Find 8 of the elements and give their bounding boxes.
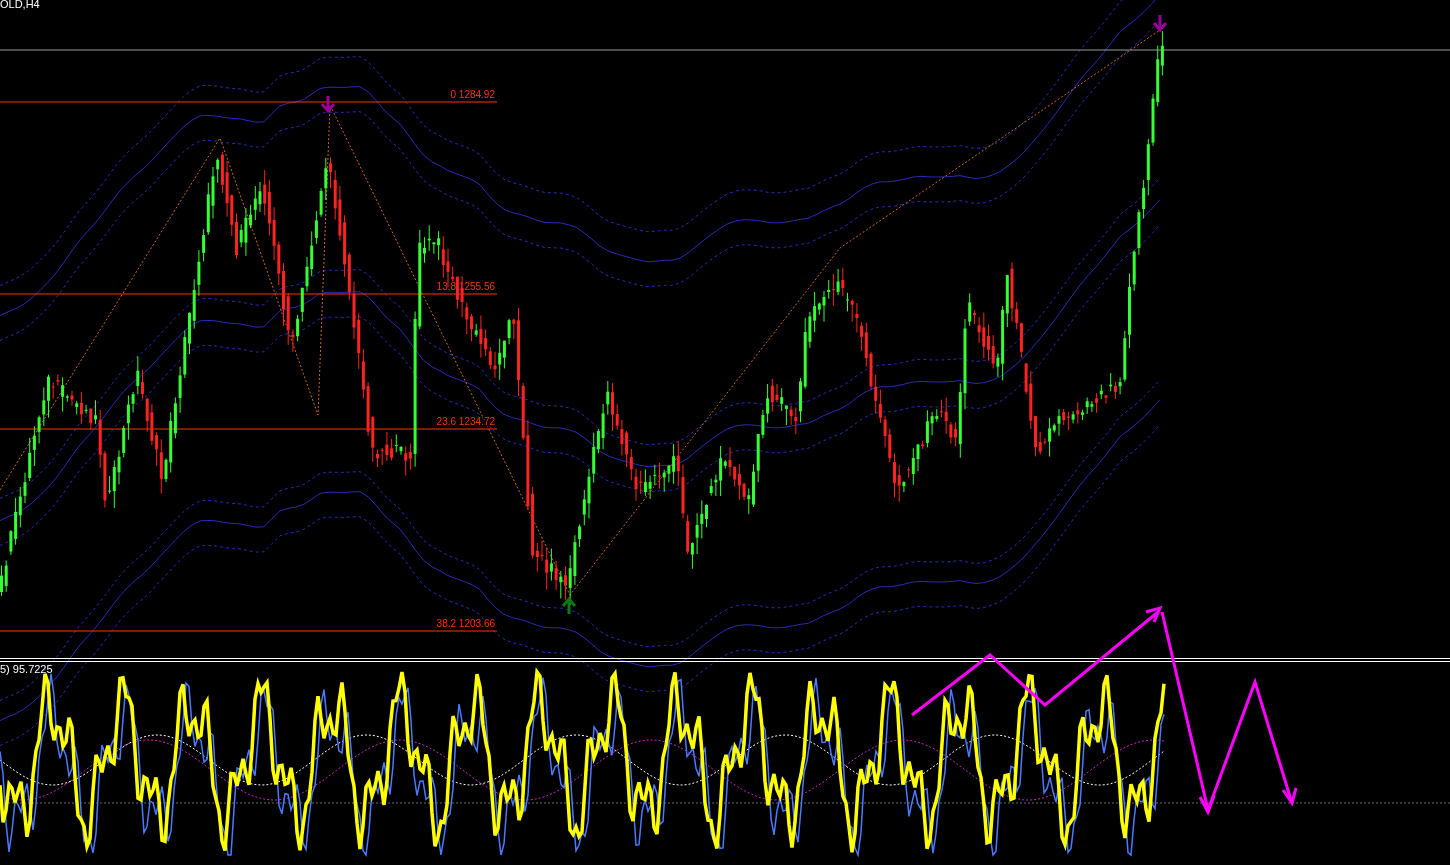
down-arrow-icon	[320, 94, 336, 114]
fib-level-label: 38.2 1203.66	[436, 618, 495, 629]
indicator-label: 5) 95.7225	[0, 663, 53, 675]
symbol-label: OLD,H4	[0, 0, 40, 10]
fib-level-label: 23.6 1234.72	[436, 416, 495, 427]
fib-level-label: 0 1284.92	[450, 89, 495, 100]
down-arrow-icon	[1152, 13, 1168, 33]
up-arrow-icon	[561, 596, 577, 616]
